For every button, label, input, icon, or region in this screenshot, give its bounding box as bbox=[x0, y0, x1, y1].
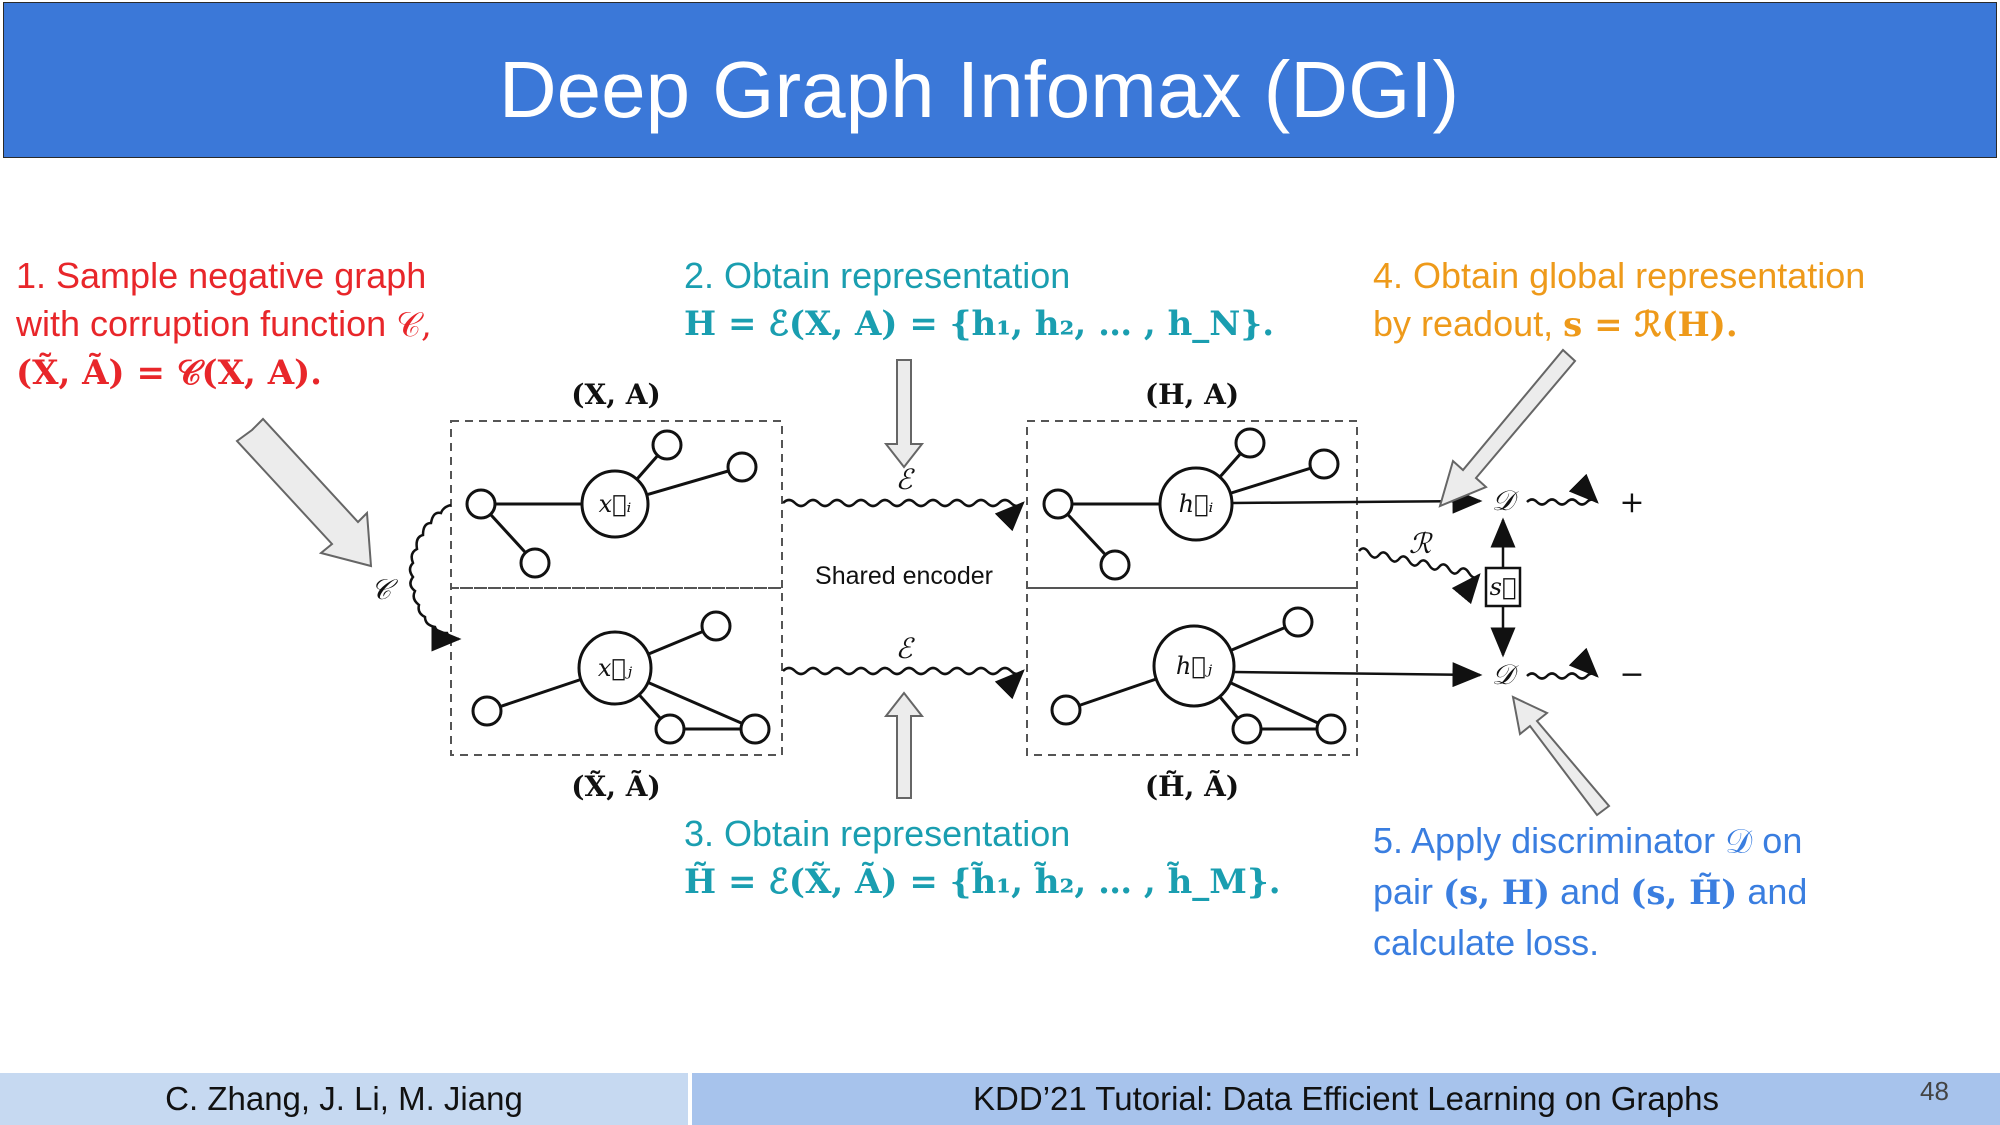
encoder-arrow-top bbox=[782, 498, 1025, 532]
node-hi: h⃗ᵢ bbox=[1179, 490, 1214, 518]
node-xi: x⃗ᵢ bbox=[599, 490, 632, 518]
summary-vector-symbol: s⃗ bbox=[1490, 573, 1517, 601]
encoder-symbol-top: ℰ bbox=[896, 463, 916, 496]
footer-event: KDD’21 Tutorial: Data Efficient Learning… bbox=[973, 1080, 1719, 1117]
footer-right: KDD’21 Tutorial: Data Efficient Learning… bbox=[692, 1073, 2000, 1125]
callout-arrow-step3 bbox=[883, 691, 925, 799]
encoder-arrow-bottom bbox=[782, 666, 1025, 700]
readout-symbol: ℛ bbox=[1409, 527, 1433, 560]
plus-sign: + bbox=[1619, 485, 1644, 520]
node-hj: h⃗ⱼ bbox=[1176, 652, 1213, 680]
discriminator-bottom: 𝒟 bbox=[1492, 658, 1519, 691]
discriminator-top: 𝒟 bbox=[1492, 484, 1519, 517]
label-ha-tilde: (H̃, Ã) bbox=[1145, 770, 1239, 803]
encoder-symbol-bottom: ℰ bbox=[896, 632, 916, 665]
negative-edge bbox=[1233, 662, 1483, 688]
label-ha: (H, A) bbox=[1145, 378, 1239, 411]
label-xa-tilde: (X̃, Ã) bbox=[571, 770, 660, 803]
callout-arrow-step2 bbox=[883, 359, 925, 469]
label-xa: (X, A) bbox=[571, 378, 660, 411]
callout-arrow-step5 bbox=[1511, 695, 1611, 817]
page-number: 48 bbox=[1920, 1076, 1949, 1106]
shared-encoder-label: Shared encoder bbox=[815, 562, 993, 590]
callout-arrow-step1 bbox=[235, 417, 373, 568]
minus-sign: − bbox=[1619, 657, 1644, 692]
footer-left: C. Zhang, J. Li, M. Jiang bbox=[0, 1073, 688, 1125]
callout-arrow-step4 bbox=[1438, 348, 1577, 508]
node-xj: x⃗ⱼ bbox=[598, 654, 633, 682]
footer-authors: C. Zhang, J. Li, M. Jiang bbox=[165, 1080, 523, 1117]
output-wave-positive bbox=[1526, 473, 1599, 506]
corruption-symbol: 𝒞 bbox=[371, 573, 399, 606]
output-wave-negative bbox=[1526, 647, 1599, 680]
dgi-diagram: (X, A) (X̃, Ã) (H, A) (H̃, Ã) x⃗ᵢ x⃗ⱼ h⃗… bbox=[235, 348, 1645, 817]
